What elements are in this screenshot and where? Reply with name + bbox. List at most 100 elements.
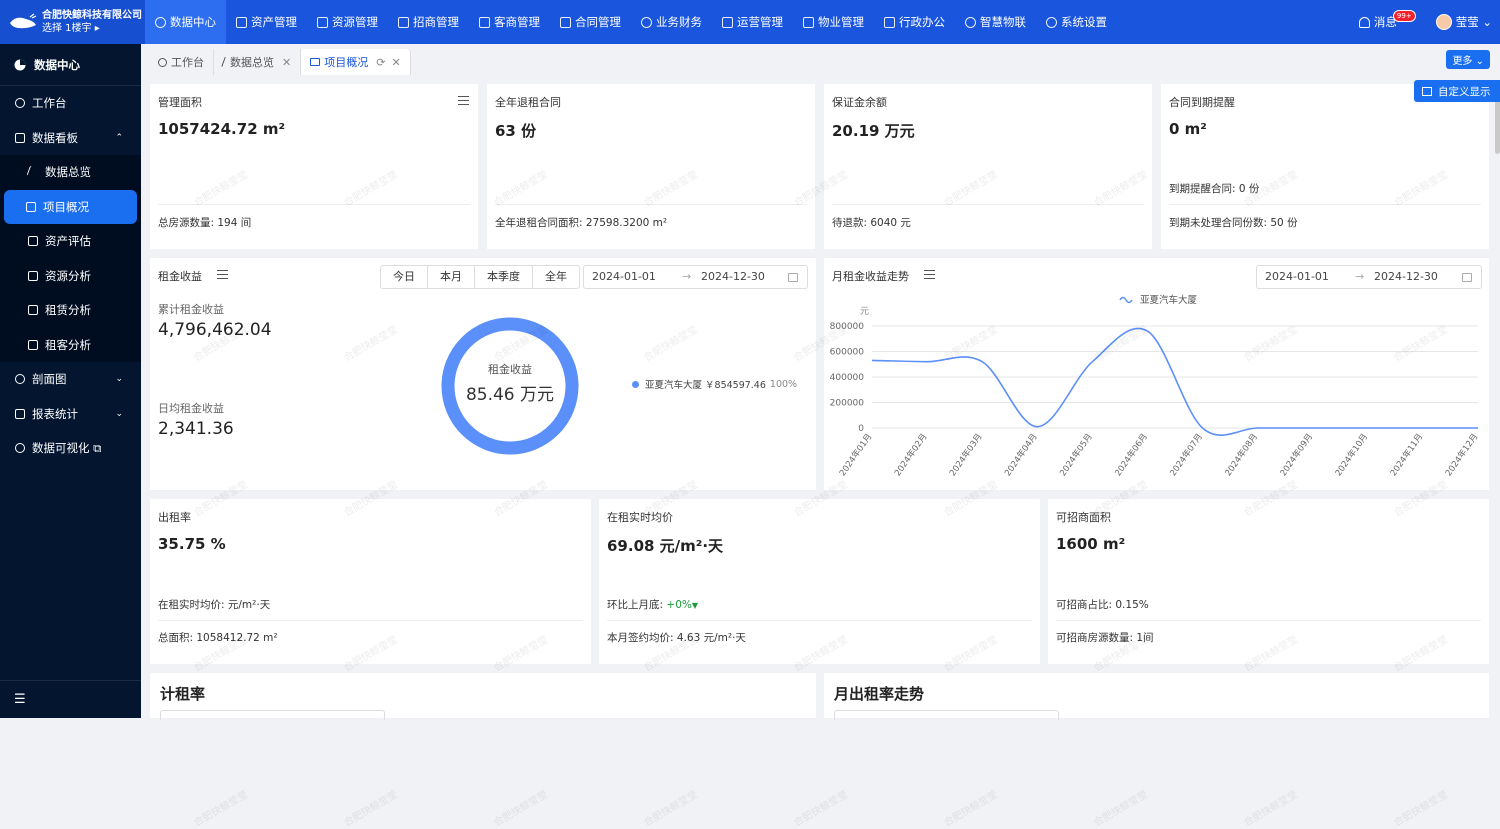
close-icon[interactable]: ✕ bbox=[282, 56, 291, 69]
divider bbox=[832, 204, 1144, 205]
nav-settings[interactable]: 系统设置 bbox=[1036, 0, 1117, 44]
card-title: 月租金收益走势 bbox=[832, 268, 909, 284]
sidebar-item-section-view[interactable]: 剖面图⌄ bbox=[0, 362, 141, 397]
nav-label: 客商管理 bbox=[494, 14, 540, 30]
list-icon[interactable] bbox=[458, 96, 469, 105]
tab-project-overview[interactable]: 项目概况 ⟳ ✕ bbox=[301, 49, 410, 75]
sidebar-item-project-overview[interactable]: 项目概况 bbox=[4, 190, 137, 225]
sidebar-item-workbench[interactable]: 工作台 bbox=[0, 86, 141, 121]
card-title: 全年退租合同 bbox=[495, 94, 561, 110]
x-tick-label: 2024年01月 bbox=[837, 431, 874, 478]
card-detail: 在租实时均价: 元/m²·天 bbox=[158, 597, 270, 612]
custom-display-button[interactable]: 自定义显示 bbox=[1414, 80, 1500, 102]
custom-display-label: 自定义显示 bbox=[1438, 84, 1491, 99]
date-range-picker[interactable]: 2024-01-01 → 2024-12-30 bbox=[1256, 265, 1482, 289]
watermark-text: 合肥快鲸莹莹 bbox=[640, 786, 699, 829]
nav-contract[interactable]: 合同管理 bbox=[550, 0, 631, 44]
sidebar-item-data-overview[interactable]: 数据总览 bbox=[0, 155, 141, 190]
segment-quarter[interactable]: 本季度 bbox=[475, 266, 533, 288]
divider bbox=[1056, 620, 1481, 621]
cum-income-label: 累计租金收益 bbox=[158, 301, 224, 317]
nav-client[interactable]: 客商管理 bbox=[469, 0, 550, 44]
card-detail: 环比上月底: bbox=[607, 599, 666, 611]
tab-data-overview[interactable]: 数据总览✕ bbox=[214, 49, 301, 75]
list-icon[interactable] bbox=[924, 270, 935, 279]
nav-resource[interactable]: 资源管理 bbox=[307, 0, 388, 44]
segment-today[interactable]: 今日 bbox=[381, 266, 428, 288]
sidebar-item-visualization[interactable]: 数据可视化 ⧉ bbox=[0, 431, 141, 466]
card-value: 0 m² bbox=[1169, 120, 1207, 138]
card-managed-area: 管理面积 1057424.72 m² 总房源数量: 194 间 bbox=[150, 84, 478, 249]
sidebar-item-tenant-analysis[interactable]: 租客分析 bbox=[0, 328, 141, 363]
refresh-icon[interactable]: ⟳ bbox=[376, 56, 385, 69]
nav-operation[interactable]: 运营管理 bbox=[712, 0, 793, 44]
sidebar-item-label: 项目概况 bbox=[43, 199, 89, 215]
arrow-right-icon: → bbox=[682, 266, 691, 288]
monitor-icon bbox=[884, 17, 895, 28]
yuan-icon bbox=[641, 17, 652, 28]
sidebar-item-label: 数据总览 bbox=[45, 164, 91, 180]
nav-asset[interactable]: 资产管理 bbox=[226, 0, 307, 44]
sidebar-item-label: 租客分析 bbox=[45, 337, 91, 353]
date-end: 2024-12-30 bbox=[1374, 266, 1438, 288]
card-realtime-price: 在租实时均价 69.08 元/m²·天 环比上月底: +0%▼ 本月签约均价: … bbox=[599, 499, 1040, 664]
tag-icon bbox=[398, 17, 409, 28]
sidebar-item-data-board[interactable]: 数据看板⌃ bbox=[0, 121, 141, 156]
close-icon[interactable]: ✕ bbox=[391, 56, 400, 69]
divider bbox=[158, 620, 583, 621]
date-end: 2024-12-30 bbox=[701, 266, 765, 288]
nav-investment[interactable]: 招商管理 bbox=[388, 0, 469, 44]
document-icon bbox=[560, 17, 571, 28]
daily-income-label: 日均租金收益 bbox=[158, 400, 224, 416]
nav-admin[interactable]: 行政办公 bbox=[874, 0, 955, 44]
nav-data-center[interactable]: 数据中心 bbox=[145, 0, 226, 44]
nav-label: 系统设置 bbox=[1061, 14, 1107, 30]
nav-property[interactable]: 物业管理 bbox=[793, 0, 874, 44]
sidebar-item-label: 数据看板 bbox=[32, 130, 78, 146]
sidebar-item-label: 工作台 bbox=[32, 95, 67, 111]
nav-finance[interactable]: 业务财务 bbox=[631, 0, 712, 44]
legend-label: 亚夏汽车大厦 bbox=[1140, 294, 1198, 306]
line-chart: 元8000006000004000002000000亚夏汽车大厦2024年01月… bbox=[824, 288, 1489, 488]
tab-label: 项目概况 bbox=[324, 54, 368, 70]
arrow-right-icon: → bbox=[1355, 266, 1364, 288]
watermark-text: 合肥快鲸莹莹 bbox=[490, 786, 549, 829]
x-tick-label: 2024年09月 bbox=[1278, 431, 1315, 478]
building-selector[interactable]: 选择 1楼宇 ▸ bbox=[42, 22, 142, 35]
x-tick-label: 2024年04月 bbox=[1002, 431, 1039, 478]
card-detail: 总面积: 1058412.72 m² bbox=[158, 630, 278, 645]
user-menu[interactable]: 莹莹 ⌄ bbox=[1456, 14, 1492, 30]
date-range-picker[interactable]: 2024-01-01 → 2024-12-30 bbox=[583, 265, 808, 289]
section-title: 计租率 bbox=[160, 683, 205, 704]
sidebar-item-resource-analysis[interactable]: 资源分析 bbox=[0, 259, 141, 294]
series-line bbox=[872, 328, 1478, 435]
filter-box[interactable] bbox=[160, 710, 385, 720]
nav-iot[interactable]: 智慧物联 bbox=[955, 0, 1036, 44]
company-logo[interactable]: 合肥快鲸科技有限公司 选择 1楼宇 ▸ bbox=[0, 0, 145, 44]
monitor-icon bbox=[26, 202, 36, 212]
tab-workbench[interactable]: 工作台 bbox=[149, 49, 214, 75]
legend-text: 亚夏汽车大厦 ￥854597.46 bbox=[645, 377, 766, 391]
segment-month[interactable]: 本月 bbox=[428, 266, 475, 288]
filter-box[interactable] bbox=[834, 710, 1059, 720]
segment-year[interactable]: 全年 bbox=[533, 266, 579, 288]
x-tick-label: 2024年05月 bbox=[1057, 431, 1094, 478]
more-button[interactable]: 更多 ⌄ bbox=[1446, 50, 1490, 69]
x-tick-label: 2024年06月 bbox=[1113, 431, 1150, 478]
x-tick-label: 2024年02月 bbox=[892, 431, 929, 478]
legend-dot bbox=[632, 381, 639, 388]
bell-icon[interactable] bbox=[1359, 17, 1370, 28]
sidebar-item-asset-eval[interactable]: 资产评估 bbox=[0, 224, 141, 259]
card-value: 69.08 元/m²·天 bbox=[607, 535, 723, 556]
y-tick-label: 0 bbox=[858, 424, 864, 434]
legend-pct: 100% bbox=[770, 379, 797, 390]
list-icon[interactable] bbox=[217, 270, 228, 279]
sidebar-item-reports[interactable]: 报表统计⌄ bbox=[0, 397, 141, 432]
sidebar-item-lease-analysis[interactable]: 租赁分析 bbox=[0, 293, 141, 328]
card-title: 租金收益 bbox=[158, 268, 202, 284]
collapse-menu-icon[interactable]: ☰ bbox=[0, 680, 141, 718]
delta-value: +0% bbox=[666, 599, 691, 611]
avatar[interactable] bbox=[1436, 14, 1452, 30]
chevron-down-icon: ⌄ bbox=[115, 374, 123, 384]
building-icon bbox=[317, 17, 328, 28]
